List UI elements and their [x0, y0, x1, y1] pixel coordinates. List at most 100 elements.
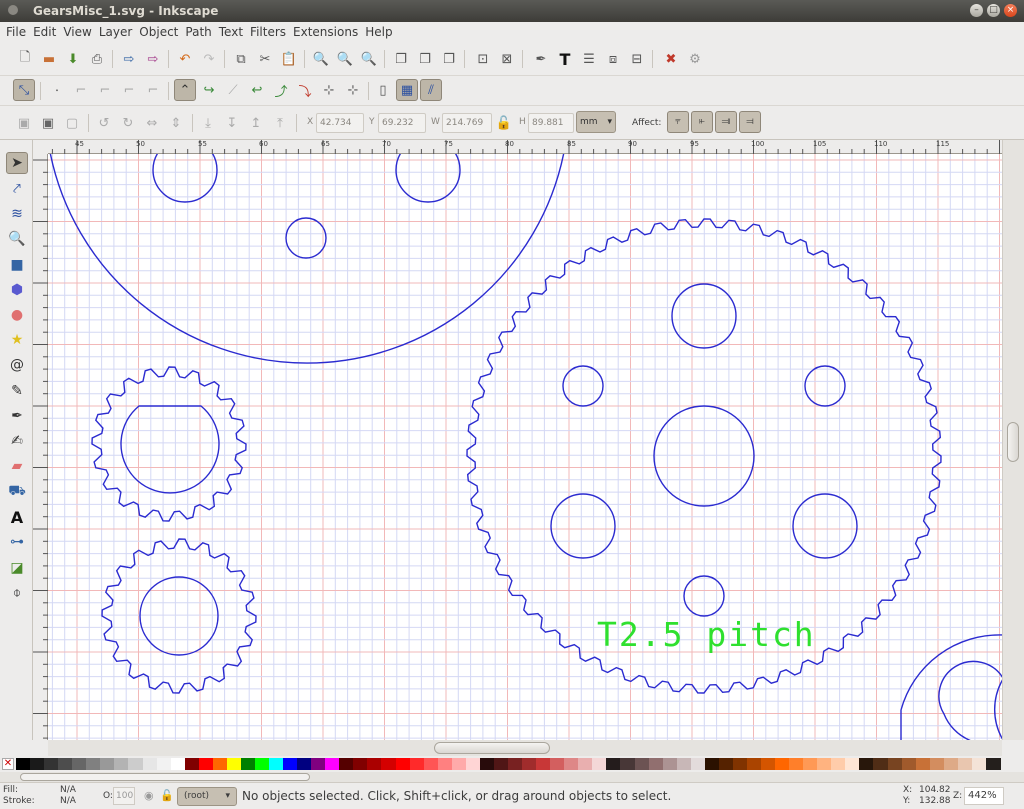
color-swatch[interactable] [100, 758, 116, 770]
auto-smooth-icon[interactable]: ↩ [246, 79, 268, 101]
gradient-tool-icon[interactable]: ◪ [6, 557, 28, 579]
hide-layer-icon[interactable]: ◉ [144, 789, 154, 802]
select-all-layers-icon[interactable]: ▣ [37, 112, 59, 134]
color-swatch[interactable] [620, 758, 636, 770]
duplicate-icon[interactable]: ❐ [390, 48, 412, 70]
color-swatch[interactable] [704, 758, 720, 770]
opacity-field[interactable]: 100 [113, 787, 135, 805]
w-field[interactable]: 214.769 [442, 113, 492, 133]
color-swatch[interactable] [240, 758, 256, 770]
paint-bucket-tool-icon[interactable]: ⛟ [6, 481, 28, 503]
undo-icon[interactable]: ↶ [174, 48, 196, 70]
text-tool-icon[interactable]: A [6, 506, 28, 528]
eraser-tool-icon[interactable]: ▰ [6, 455, 28, 477]
menu-text[interactable]: Text [216, 22, 247, 42]
annotation-text[interactable]: T2.5 pitch [597, 615, 816, 654]
color-swatch[interactable] [86, 758, 102, 770]
color-swatch[interactable] [873, 758, 889, 770]
palette-scroll-thumb[interactable] [20, 773, 310, 781]
color-swatch[interactable] [226, 758, 242, 770]
cusp-node-icon[interactable]: ⌃ [174, 79, 196, 101]
close-button[interactable]: × [1004, 4, 1017, 17]
color-swatch[interactable] [775, 758, 791, 770]
affect-stroke-icon[interactable]: ⫧ [667, 111, 689, 133]
3d-box-tool-icon[interactable]: ⬢ [6, 279, 28, 301]
new-document-icon[interactable]: 🗋 [14, 48, 36, 70]
object-to-path-icon[interactable]: ⊹ [318, 79, 340, 101]
layers-icon[interactable]: ☰ [578, 48, 600, 70]
maximize-button[interactable]: □ [987, 4, 1000, 17]
lock-layer-icon[interactable]: 🔓 [160, 789, 174, 802]
redo-icon[interactable]: ↷ [198, 48, 220, 70]
rotate-cw-icon[interactable]: ↻ [117, 112, 139, 134]
layer-select[interactable]: (root) ▾ [177, 787, 237, 806]
horizontal-scrollbar[interactable] [48, 740, 1002, 756]
spiral-tool-icon[interactable]: @ [6, 354, 28, 376]
lower-bottom-icon[interactable]: ⤓ [197, 112, 219, 134]
lock-ratio-icon[interactable]: 🔓 [493, 112, 515, 134]
color-swatch[interactable] [985, 758, 1001, 770]
zoom-tool-icon[interactable]: 🔍 [6, 228, 28, 250]
color-swatch[interactable] [887, 758, 903, 770]
color-swatch[interactable] [634, 758, 650, 770]
color-swatch[interactable] [170, 758, 186, 770]
color-swatch[interactable] [451, 758, 467, 770]
raise-top-icon[interactable]: ⤒ [269, 112, 291, 134]
menu-file[interactable]: File [3, 22, 30, 42]
color-swatch[interactable] [437, 758, 453, 770]
color-swatch[interactable] [803, 758, 819, 770]
color-swatch[interactable] [128, 758, 144, 770]
selector-tool-icon[interactable]: ➤ [6, 152, 28, 174]
menu-object[interactable]: Object [136, 22, 182, 42]
color-swatch[interactable] [353, 758, 369, 770]
menu-filters[interactable]: Filters [247, 22, 290, 42]
print-icon[interactable]: ⎙ [86, 48, 108, 70]
color-swatch[interactable] [72, 758, 88, 770]
text-font-icon[interactable]: T [554, 48, 576, 70]
color-swatch[interactable] [30, 758, 46, 770]
align-distribute-icon[interactable]: ⊟ [626, 48, 648, 70]
zoom-drawing-icon[interactable]: 🔍 [334, 48, 356, 70]
flip-horizontal-icon[interactable]: ⇔ [141, 112, 163, 134]
color-swatch[interactable] [114, 758, 130, 770]
node-tool-icon[interactable]: ⤤ [6, 178, 28, 200]
color-swatch[interactable] [16, 758, 31, 770]
color-swatch[interactable] [690, 758, 706, 770]
drawing-canvas[interactable]: T2.5 pitch [48, 154, 1002, 740]
clone-icon[interactable]: ❐ [414, 48, 436, 70]
menu-help[interactable]: Help [362, 22, 396, 42]
show-path-outline-icon[interactable]: ⫽ [420, 79, 442, 101]
color-swatch[interactable] [409, 758, 425, 770]
color-swatch[interactable] [943, 758, 959, 770]
window-menu-icon[interactable] [8, 5, 18, 15]
affect-gradients-icon[interactable]: ⫥ [715, 111, 737, 133]
stroke-to-path-icon[interactable]: ⊹ [342, 79, 364, 101]
segment-line-icon[interactable]: ⤴ [270, 79, 292, 101]
vertical-scrollbar[interactable] [1002, 140, 1024, 740]
canvas-drawing[interactable]: T2.5 pitch [48, 154, 1002, 740]
zoom-page-icon[interactable]: 🔍 [358, 48, 380, 70]
pencil-tool-icon[interactable]: ✎ [6, 380, 28, 402]
color-swatch[interactable] [493, 758, 509, 770]
color-swatch[interactable] [929, 758, 945, 770]
color-swatch[interactable] [142, 758, 158, 770]
color-swatch[interactable] [269, 758, 285, 770]
color-swatch[interactable] [676, 758, 692, 770]
color-swatch[interactable] [971, 758, 987, 770]
color-swatch[interactable] [831, 758, 847, 770]
zoom-field[interactable]: 442% [964, 787, 1004, 805]
color-swatch[interactable] [761, 758, 777, 770]
segment-curve-icon[interactable]: ⤵ [294, 79, 316, 101]
color-swatch[interactable] [325, 758, 341, 770]
delete-node-icon[interactable]: ⌐ [70, 79, 92, 101]
color-swatch[interactable] [339, 758, 355, 770]
calligraphy-tool-icon[interactable]: ✍ [6, 430, 28, 452]
color-swatch[interactable] [367, 758, 383, 770]
color-swatch[interactable] [957, 758, 973, 770]
flip-vertical-icon[interactable]: ⇕ [165, 112, 187, 134]
ungroup-icon[interactable]: ⊠ [496, 48, 518, 70]
color-swatch[interactable] [564, 758, 580, 770]
show-handles-icon[interactable]: ⤡ [13, 79, 35, 101]
rectangle-tool-icon[interactable]: ■ [6, 254, 28, 276]
open-document-icon[interactable]: ▬ [38, 48, 60, 70]
